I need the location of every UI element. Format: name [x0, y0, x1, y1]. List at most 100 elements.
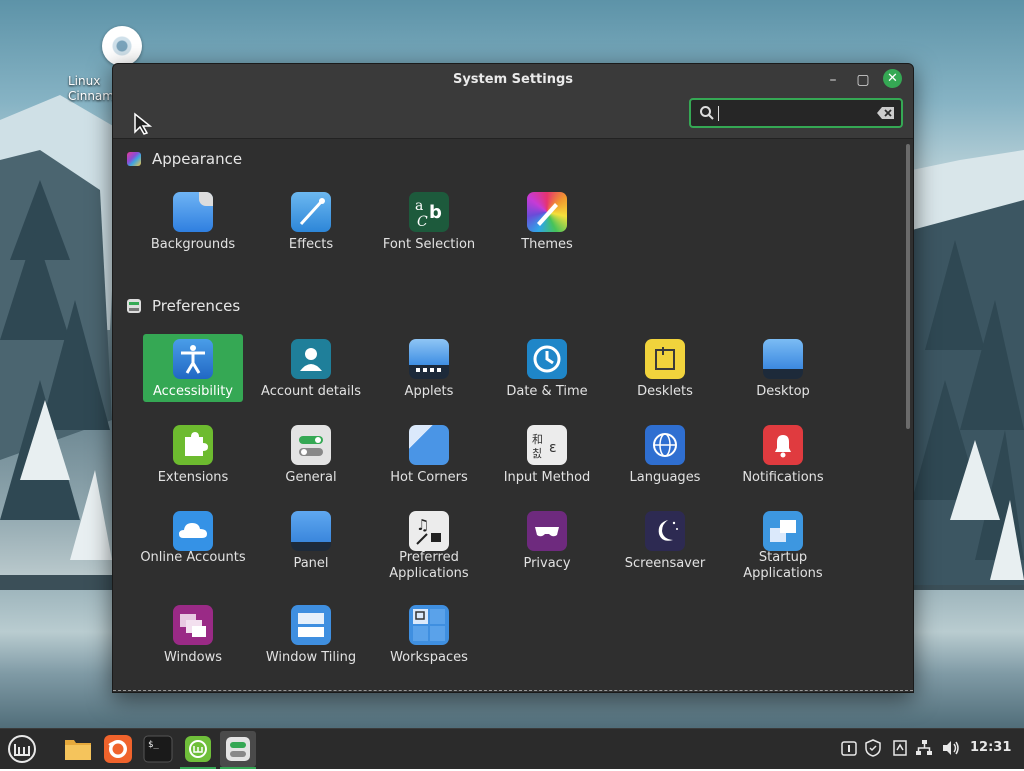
themes-icon: [527, 192, 567, 232]
files-icon: [65, 740, 91, 760]
item-label: Languages: [629, 470, 701, 485]
item-label: Startup Applications: [743, 550, 823, 581]
startup-applications-icon: [763, 511, 803, 551]
panel-icon: [291, 511, 331, 551]
firefox-icon: [104, 735, 132, 763]
item-themes[interactable]: Themes: [497, 187, 597, 255]
preferred-applications-icon: ♫: [409, 511, 449, 551]
svg-text:和: 和: [532, 433, 543, 446]
system-settings-window: System Settings – ▢ ✕ Appearance Backgro…: [112, 63, 914, 693]
account-details-icon: [291, 339, 331, 379]
item-accessibility[interactable]: Accessibility: [143, 334, 243, 402]
item-effects[interactable]: Effects: [261, 187, 361, 255]
item-extensions[interactable]: Extensions: [143, 420, 243, 488]
taskbar-files[interactable]: [60, 731, 96, 767]
date-time-icon: [527, 339, 567, 379]
item-general[interactable]: General: [261, 420, 361, 488]
maximize-button[interactable]: ▢: [853, 70, 873, 90]
clock[interactable]: 12:31: [970, 740, 1011, 755]
text-caret: [718, 106, 719, 121]
item-label: Accessibility: [153, 384, 233, 399]
item-label: Notifications: [742, 470, 824, 485]
notes-icon[interactable]: [891, 739, 909, 757]
running-indicator: [220, 767, 256, 769]
item-label: Online Accounts: [140, 550, 246, 565]
item-label: Desktop: [756, 384, 810, 399]
item-workspaces[interactable]: Workspaces: [379, 600, 479, 668]
item-notifications[interactable]: Notifications: [733, 420, 833, 488]
svg-text:ε: ε: [549, 440, 557, 456]
svg-text:C: C: [417, 214, 428, 230]
updates-icon[interactable]: [840, 739, 858, 757]
font-selection-icon: abC: [409, 192, 449, 232]
titlebar[interactable]: System Settings – ▢ ✕: [113, 64, 913, 139]
settings-content: Appearance Backgrounds Effects abC Font …: [113, 139, 905, 692]
item-label: Date & Time: [506, 384, 588, 399]
search-input[interactable]: [721, 103, 865, 125]
item-label: Font Selection: [382, 237, 476, 252]
section-title: Appearance: [152, 150, 243, 168]
network-icon[interactable]: [915, 739, 933, 757]
svg-text:b: b: [429, 202, 442, 223]
section-preferences: Preferences: [127, 296, 240, 316]
item-label: Account details: [261, 384, 361, 399]
svg-text:a: a: [415, 198, 423, 214]
item-backgrounds[interactable]: Backgrounds: [143, 187, 243, 255]
backgrounds-icon: [173, 192, 213, 232]
item-label: Desklets: [637, 384, 693, 399]
item-online-accounts[interactable]: Online Accounts: [140, 506, 246, 574]
item-desklets[interactable]: Desklets: [615, 334, 715, 402]
item-screensaver[interactable]: Screensaver: [615, 506, 715, 574]
workspaces-icon: [409, 605, 449, 645]
taskbar-system-settings[interactable]: [220, 731, 256, 769]
applets-icon: [409, 339, 449, 379]
item-windows[interactable]: Windows: [143, 600, 243, 668]
item-label: Windows: [163, 650, 223, 665]
minimize-button[interactable]: –: [823, 70, 843, 90]
item-label: Window Tiling: [265, 650, 357, 665]
item-window-tiling[interactable]: Window Tiling: [261, 600, 361, 668]
item-startup-applications[interactable]: Startup Applications: [733, 506, 833, 581]
item-languages[interactable]: Languages: [615, 420, 715, 488]
item-label: Extensions: [157, 470, 229, 485]
item-preferred-applications[interactable]: ♫ Preferred Applications: [379, 506, 479, 581]
volume-icon[interactable]: [941, 739, 961, 757]
taskbar-firefox[interactable]: [100, 731, 136, 767]
item-font-selection[interactable]: abC Font Selection: [379, 187, 479, 255]
item-desktop[interactable]: Desktop: [733, 334, 833, 402]
menu-button[interactable]: [4, 731, 40, 767]
item-label: Hot Corners: [390, 470, 468, 485]
section-title: Preferences: [152, 297, 241, 315]
notifications-icon: [763, 425, 803, 465]
item-privacy[interactable]: Privacy: [497, 506, 597, 574]
extensions-icon: [173, 425, 213, 465]
svg-text:♫: ♫: [416, 516, 429, 534]
general-icon: [291, 425, 331, 465]
terminal-icon: $_: [143, 735, 173, 763]
item-hot-corners[interactable]: Hot Corners: [379, 420, 479, 488]
item-label: General: [285, 470, 337, 485]
desklets-icon: [645, 339, 685, 379]
scrollbar[interactable]: [906, 144, 910, 429]
item-panel[interactable]: Panel: [261, 506, 361, 574]
item-label: Panel: [293, 556, 329, 571]
close-button[interactable]: ✕: [883, 69, 902, 88]
mouse-cursor-icon: [134, 112, 153, 135]
item-applets[interactable]: Applets: [379, 334, 479, 402]
running-indicator: [180, 767, 216, 769]
screensaver-icon: [645, 511, 685, 551]
item-input-method[interactable]: 和칤ε Input Method: [497, 420, 597, 488]
privacy-icon: [527, 511, 567, 551]
section-appearance: Appearance: [127, 149, 242, 169]
search-box[interactable]: [689, 98, 903, 128]
window-title: System Settings: [452, 72, 574, 87]
item-label: Effects: [288, 237, 334, 252]
item-date-time[interactable]: Date & Time: [497, 334, 597, 402]
taskbar-terminal[interactable]: $_: [140, 731, 176, 767]
svg-text:칤: 칤: [532, 447, 542, 460]
item-account-details[interactable]: Account details: [261, 334, 361, 402]
appearance-section-icon: [127, 152, 141, 166]
clear-search-icon[interactable]: [877, 106, 895, 120]
shield-icon[interactable]: [864, 739, 882, 757]
taskbar-mintinstall[interactable]: [180, 731, 216, 769]
